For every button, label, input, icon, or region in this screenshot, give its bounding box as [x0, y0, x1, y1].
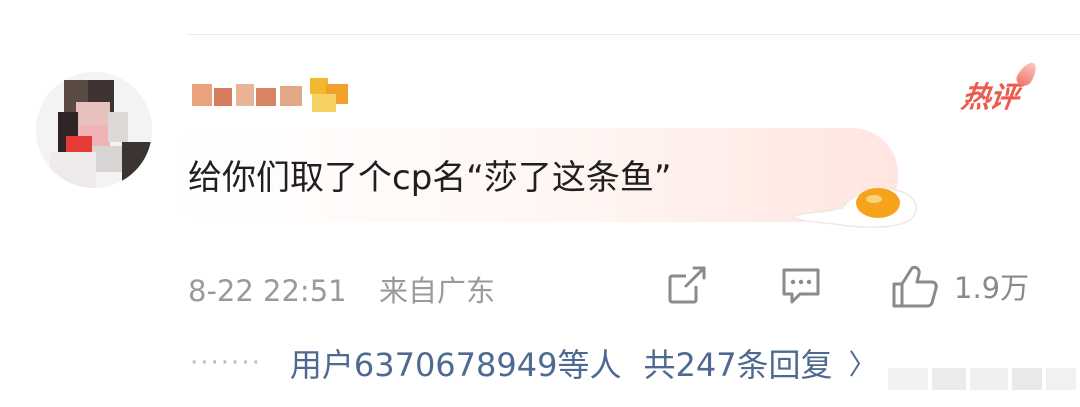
share-icon	[668, 266, 706, 304]
like-count: 1.9万	[954, 271, 1030, 305]
comment-text: 给你们取了个cp名“莎了这条鱼”	[188, 158, 672, 198]
replies-row[interactable]: ······· 用户6370678949等人 共247条回复 〉	[190, 340, 877, 386]
chevron-right-icon[interactable]: 〉	[849, 343, 877, 383]
share-button[interactable]	[664, 262, 710, 308]
username-blurred[interactable]	[192, 78, 352, 114]
top-divider	[186, 34, 1080, 35]
more-dots-icon: ·······	[190, 348, 262, 378]
reply-users-link[interactable]: 用户6370678949等人	[290, 340, 622, 386]
comment-timestamp: 8-22 22:51	[188, 274, 347, 308]
comment-button[interactable]	[778, 262, 824, 308]
fried-egg-icon	[790, 188, 917, 229]
comment-meta: 8-22 22:51 来自广东	[188, 268, 495, 310]
reply-count-link[interactable]: 共247条回复	[643, 340, 832, 386]
avatar[interactable]	[36, 72, 152, 188]
like-button[interactable]: 1.9万	[888, 262, 1029, 310]
comment-location: 来自广东	[379, 274, 496, 308]
hot-comment-label: 热评	[959, 80, 1021, 114]
blurred-watermark	[888, 364, 1078, 394]
comment-icon	[782, 268, 820, 304]
hot-comment-badge: 热评	[959, 59, 1041, 116]
thumbs-up-icon	[892, 265, 938, 308]
